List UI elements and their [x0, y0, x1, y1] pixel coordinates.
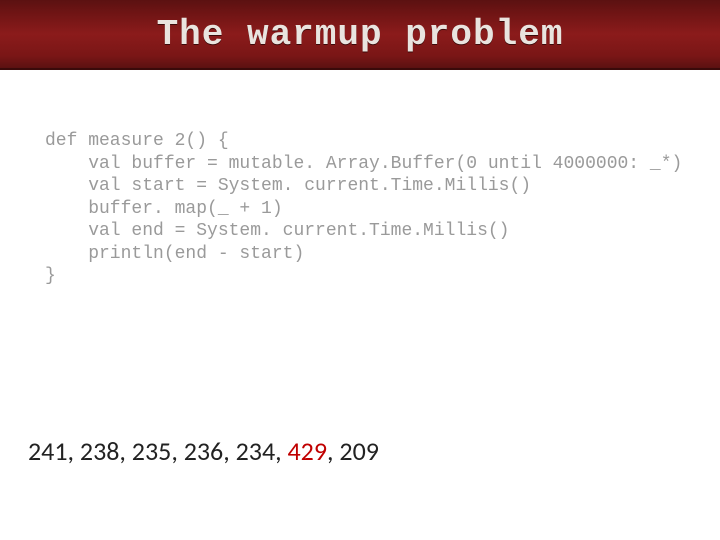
results-highlight: 429 — [288, 435, 328, 467]
slide: The warmup problem def measure 2() { val… — [0, 0, 720, 540]
results-line: 241, 238, 235, 236, 234, 429, 209 — [28, 435, 379, 467]
code-line-6: println(end - start) — [45, 244, 304, 264]
code-line-4: buffer. map(_ + 1) — [45, 199, 283, 219]
slide-title: The warmup problem — [157, 14, 564, 55]
code-line-5: val end = System. current.Time.Millis() — [45, 221, 509, 241]
code-line-2: val buffer = mutable. Array.Buffer(0 unt… — [45, 154, 682, 174]
results-suffix: , 209 — [327, 435, 379, 467]
code-line-3: val start = System. current.Time.Millis(… — [45, 176, 531, 196]
title-bar: The warmup problem — [0, 0, 720, 70]
code-line-7: } — [45, 266, 56, 286]
code-line-1: def measure 2() { — [45, 131, 229, 151]
results-prefix: 241, 238, 235, 236, 234, — [28, 435, 288, 467]
code-block: def measure 2() { val buffer = mutable. … — [45, 130, 690, 288]
